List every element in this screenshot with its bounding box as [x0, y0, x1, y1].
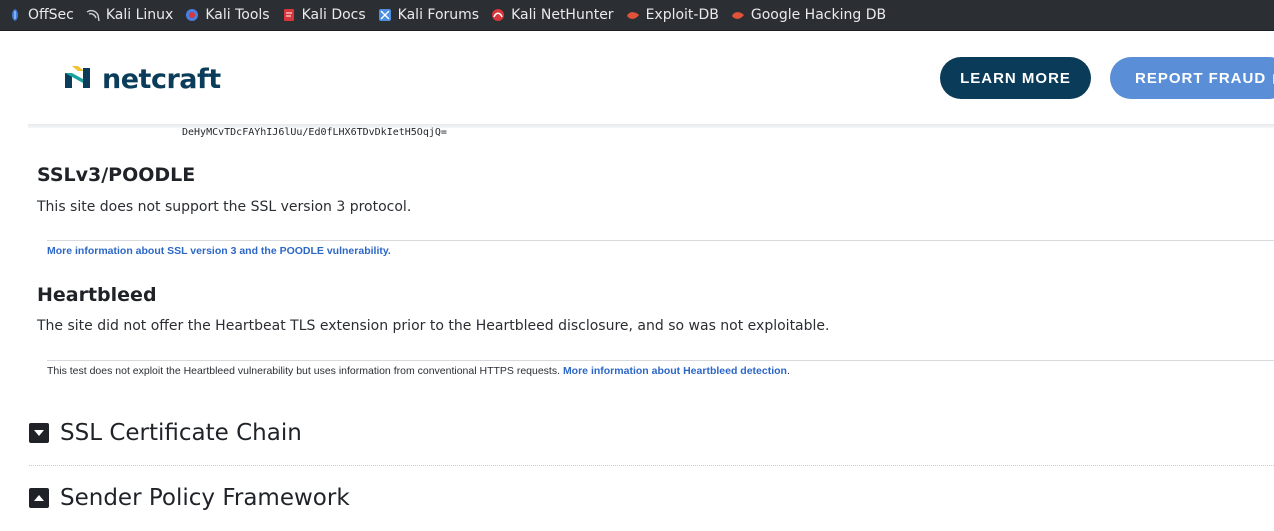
- exploit-db-icon: [626, 8, 640, 22]
- heartbleed-note: This test does not exploit the Heartblee…: [47, 365, 790, 377]
- offsec-icon: [8, 8, 22, 22]
- heartbleed-note-text: This test does not exploit the Heartblee…: [47, 365, 561, 377]
- nethunter-icon: [491, 8, 505, 22]
- heartbleed-text: The site did not offer the Heartbeat TLS…: [37, 318, 830, 334]
- report-fraud-button[interactable]: REPORT FRAUD: [1110, 57, 1274, 99]
- divider: [47, 240, 1274, 241]
- ghdb-icon: [731, 8, 745, 22]
- bookmark-label: Google Hacking DB: [750, 7, 887, 23]
- caret-down-icon[interactable]: [29, 423, 49, 443]
- bookmark-label: OffSec: [28, 7, 74, 23]
- sslv3-note: More information about SSL version 3 and…: [47, 245, 391, 257]
- bookmark-kali-tools[interactable]: Kali Tools: [185, 0, 270, 31]
- bookmark-label: Kali Tools: [205, 7, 270, 23]
- heartbleed-note-suffix: .: [786, 365, 790, 377]
- netcraft-logo-icon: [64, 65, 96, 93]
- bookmark-label: Kali Docs: [301, 7, 366, 23]
- section-sender-policy-framework[interactable]: Sender Policy Framework: [29, 485, 350, 511]
- bookmark-exploit-db[interactable]: Exploit-DB: [626, 0, 719, 31]
- learn-more-button[interactable]: LEARN MORE: [940, 57, 1091, 99]
- divider: [47, 360, 1274, 361]
- bookmark-label: Kali Forums: [397, 7, 480, 23]
- heartbleed-info-link[interactable]: More information about Heartbleed detect…: [563, 365, 787, 377]
- heartbleed-heading: Heartbleed: [37, 284, 157, 306]
- sslv3-heading: SSLv3/POODLE: [37, 164, 196, 186]
- bookmark-kali-linux[interactable]: Kali Linux: [86, 0, 173, 31]
- kali-tools-icon: [185, 8, 199, 22]
- bookmark-kali-nethunter[interactable]: Kali NetHunter: [491, 0, 614, 31]
- sslv3-text: This site does not support the SSL versi…: [37, 199, 412, 215]
- kali-forums-icon: [378, 8, 392, 22]
- report-fraud-label: REPORT FRAUD: [1135, 69, 1267, 87]
- bookmark-label: Exploit-DB: [645, 7, 719, 23]
- caret-up-icon[interactable]: [29, 488, 49, 508]
- section-ssl-certificate-chain[interactable]: SSL Certificate Chain: [29, 420, 302, 446]
- bookmark-kali-docs[interactable]: Kali Docs: [282, 0, 366, 31]
- section-title: SSL Certificate Chain: [60, 420, 302, 446]
- certificate-hash: DeHyMCvTDcFAYhIJ6lUu/Ed0fLHX6TDvDkIetH5O…: [182, 127, 447, 138]
- section-divider: [29, 465, 1274, 466]
- section-title: Sender Policy Framework: [60, 485, 350, 511]
- sslv3-info-link[interactable]: More information about SSL version 3 and…: [47, 245, 391, 257]
- bookmark-label: Kali NetHunter: [511, 7, 614, 23]
- kali-dragon-icon: [86, 8, 100, 22]
- bookmark-google-hacking-db[interactable]: Google Hacking DB: [731, 0, 886, 31]
- bookmark-kali-forums[interactable]: Kali Forums: [378, 0, 479, 31]
- logo-text: netcraft: [102, 63, 221, 95]
- bookmark-label: Kali Linux: [105, 7, 174, 23]
- kali-docs-icon: [282, 8, 296, 22]
- bookmark-offsec[interactable]: OffSec: [8, 0, 74, 31]
- netcraft-logo[interactable]: netcraft: [64, 63, 221, 95]
- bookmarks-bar: OffSec Kali Linux Kali Tools Kali Docs K…: [0, 0, 1274, 31]
- site-header: netcraft LEARN MORE REPORT FRAUD: [0, 32, 1274, 126]
